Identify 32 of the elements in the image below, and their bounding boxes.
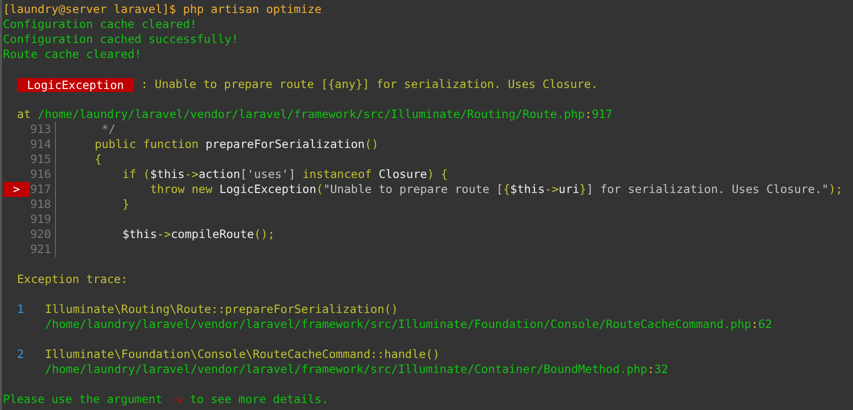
hint-text: Please use the argument -v to see more details. bbox=[3, 392, 328, 407]
code-line: $this->compileRoute(); bbox=[121, 227, 275, 242]
trace-title: Exception trace: bbox=[16, 272, 128, 287]
output-line: Route cache cleared! bbox=[3, 47, 142, 62]
exception-badge: LogicException bbox=[17, 78, 134, 92]
error-marker: > bbox=[3, 182, 30, 197]
trace-path: /home/laundry/laravel/vendor/laravel/framework/src/Illuminate/Container/BoundMethod.php:32 bbox=[45, 362, 668, 377]
line-number: 921 bbox=[30, 242, 51, 257]
code-line: { bbox=[94, 152, 102, 167]
code-line: if ($this->action['uses'] instanceof Closure) { bbox=[121, 167, 448, 182]
code-line: */ bbox=[100, 122, 116, 137]
line-number: 919 bbox=[30, 212, 51, 227]
line-number: 913 bbox=[30, 122, 51, 137]
trace-call: Illuminate\Foundation\Console\RouteCacheCommand::handle() bbox=[45, 347, 440, 362]
output-line: Configuration cache cleared! bbox=[3, 17, 197, 32]
trace-call: Illuminate\Routing\Route::prepareForSerialization() bbox=[45, 302, 398, 317]
code-line: throw new LogicException("Unable to prepare route [{$this->uri}] for serialization. Uses Closure."); bbox=[149, 182, 843, 197]
trace-number: 2 bbox=[17, 347, 25, 362]
line-number: 918 bbox=[30, 197, 51, 212]
line-number: 920 bbox=[30, 227, 51, 242]
line-number: 916 bbox=[30, 167, 51, 182]
output-line: Configuration cached successfully! bbox=[3, 32, 238, 47]
command-line: [laundry@server laravel]$ php artisan optimize bbox=[3, 2, 322, 17]
code-line: } bbox=[121, 197, 130, 212]
line-number: 915 bbox=[30, 152, 51, 167]
trace-path: /home/laundry/laravel/vendor/laravel/framework/src/Illuminate/Foundation/Console/RouteCacheCommand.php:62 bbox=[45, 317, 772, 332]
line-number: 914 bbox=[30, 137, 51, 152]
code-line: public function prepareForSerialization() bbox=[94, 137, 379, 152]
error-message: : Unable to prepare route [{any}] for serialization. Uses Closure. bbox=[140, 77, 598, 92]
file-location: at /home/laundry/laravel/vendor/laravel/framework/src/Illuminate/Routing/Route.php:917 bbox=[16, 107, 612, 122]
trace-number: 1 bbox=[17, 302, 25, 317]
line-number: 917 bbox=[30, 182, 51, 197]
